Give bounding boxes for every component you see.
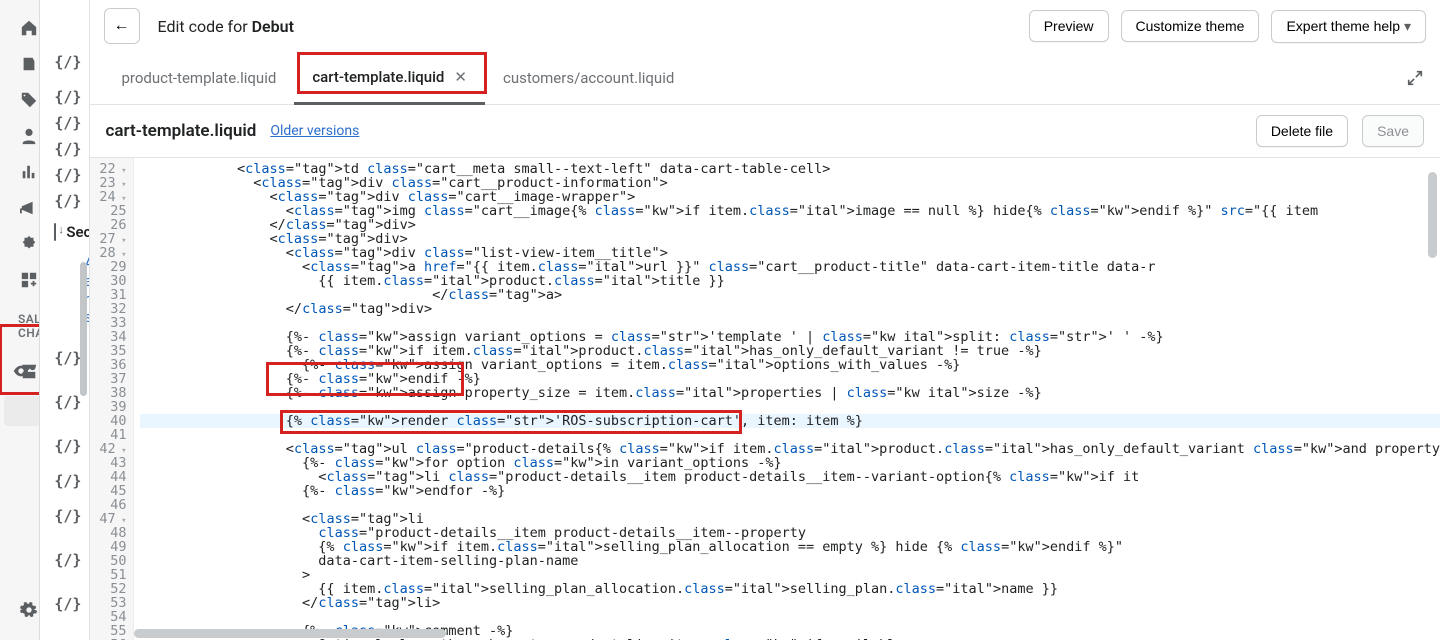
breadcrumb: Edit code for Debut <box>158 17 294 36</box>
liquid-file-icon: {/} <box>54 114 81 132</box>
gear-icon <box>20 600 38 620</box>
subnav-pages[interactable]: Pages <box>0 472 40 502</box>
person-icon <box>20 126 38 146</box>
subnav-preferences[interactable]: Preferences <box>0 562 40 592</box>
nav-discounts[interactable]: Discounts <box>0 226 39 262</box>
tab-cart-template[interactable]: cart-template.liquid ✕ <box>294 52 485 105</box>
line-gutter: 2223242526272829303132333435363738394041… <box>90 158 134 640</box>
apps-icon <box>20 270 38 290</box>
liquid-file-icon: {/} <box>54 551 81 569</box>
liquid-file-icon: {/} <box>54 166 81 184</box>
nav-settings[interactable]: Settings <box>0 592 39 628</box>
editor-tabs: product-template.liquid cart-template.li… <box>90 52 1440 105</box>
folder-label: Sections <box>66 223 89 241</box>
view-store-icon[interactable] <box>12 362 30 380</box>
channels-heading: SALES CHANNELS <box>0 298 39 346</box>
customize-button[interactable]: Customize theme <box>1121 10 1260 42</box>
file-item[interactable]: {/}collection-template.liquid <box>40 538 88 582</box>
liquid-file-icon: {/} <box>54 437 81 455</box>
file-item[interactable]: {/}product.liquid <box>40 162 88 188</box>
file-item[interactable]: {/}list-collections.liquid▾ <box>40 40 88 84</box>
fullscreen-icon[interactable] <box>1406 68 1426 88</box>
tab-product-template[interactable]: product-template.liquid <box>104 53 295 103</box>
nav-customers[interactable]: Customers <box>0 118 39 154</box>
liquid-file-icon: {/} <box>54 192 81 210</box>
main-content: ← Edit code for Debut Preview Customize … <box>90 0 1440 640</box>
liquid-file-icon: {/} <box>54 140 81 158</box>
nav-orders[interactable]: Orders <box>0 46 39 82</box>
topbar: ← Edit code for Debut Preview Customize … <box>90 0 1440 52</box>
tab-customers-account[interactable]: customers/account.liquid <box>485 53 692 103</box>
nav-apps[interactable]: Apps <box>0 262 39 298</box>
orders-icon <box>20 54 38 74</box>
file-item[interactable]: {/}feature-columns.liquid <box>40 626 88 640</box>
nav-products[interactable]: Products <box>0 82 39 118</box>
file-item[interactable]: {/}custom-content.liquid <box>40 582 88 626</box>
nav-marketing[interactable]: Marketing <box>0 190 39 226</box>
preview-button[interactable]: Preview <box>1029 10 1109 42</box>
liquid-file-icon: {/} <box>54 53 81 71</box>
liquid-file-icon: {/} <box>54 507 81 525</box>
liquid-file-icon: {/} <box>54 88 81 106</box>
scrollbar-thumb[interactable] <box>80 262 87 396</box>
code-editor[interactable]: 2223242526272829303132333435363738394041… <box>90 158 1440 640</box>
expert-help-button[interactable]: Expert theme help <box>1271 10 1426 43</box>
liquid-file-icon: {/} <box>54 472 81 490</box>
nav-online-store[interactable]: Online Store <box>0 346 39 396</box>
current-file-name: cart-template.liquid <box>106 121 257 141</box>
subnav-themes[interactable]: Themes <box>4 396 40 426</box>
discount-icon <box>20 234 38 254</box>
vertical-scrollbar[interactable] <box>1428 172 1437 258</box>
home-icon <box>20 18 38 38</box>
folder-sections[interactable]: Sections <box>40 214 88 250</box>
close-tab-icon[interactable]: ✕ <box>454 68 467 86</box>
file-item[interactable]: {/}collection.liquid <box>40 468 88 494</box>
analytics-icon <box>20 162 38 182</box>
file-item[interactable]: {/}page.contact.liquid <box>40 84 88 110</box>
liquid-file-icon: {/} <box>54 595 81 613</box>
subnav-navigation[interactable]: Navigation <box>0 502 40 532</box>
file-action-bar: cart-template.liquid Older versions Dele… <box>90 105 1440 158</box>
subnav-blog[interactable]: Blog posts <box>0 426 40 472</box>
file-item[interactable]: {/}page.liquid <box>40 110 88 136</box>
nav-analytics[interactable]: Analytics <box>0 154 39 190</box>
file-tree: {/}list-collections.liquid▾{/}page.conta… <box>40 0 89 640</box>
file-item[interactable]: {/}collection-list.liquid <box>40 494 88 538</box>
horizontal-scrollbar[interactable] <box>134 629 446 638</box>
megaphone-icon <box>20 198 38 218</box>
save-button: Save <box>1362 115 1424 147</box>
file-item[interactable]: {/}search.liquid <box>40 188 88 214</box>
liquid-file-icon: {/} <box>54 349 81 367</box>
nav-home[interactable]: Home <box>0 10 39 46</box>
liquid-file-icon: {/} <box>54 393 81 411</box>
subnav-domains[interactable]: Domains <box>0 532 40 562</box>
folder-icon <box>54 223 56 241</box>
admin-sidebar: Home Orders Products Customers Analytics… <box>0 0 40 640</box>
code-content[interactable]: <class="tag">td class="cart__meta small-… <box>134 158 1440 640</box>
back-button[interactable]: ← <box>104 8 140 44</box>
older-versions-link[interactable]: Older versions <box>270 123 359 139</box>
delete-file-button[interactable]: Delete file <box>1256 115 1348 147</box>
tag-icon <box>20 90 38 110</box>
file-item[interactable]: {/}cart-template.liquid <box>40 424 88 468</box>
file-item[interactable]: {/}password.liquid <box>40 136 88 162</box>
